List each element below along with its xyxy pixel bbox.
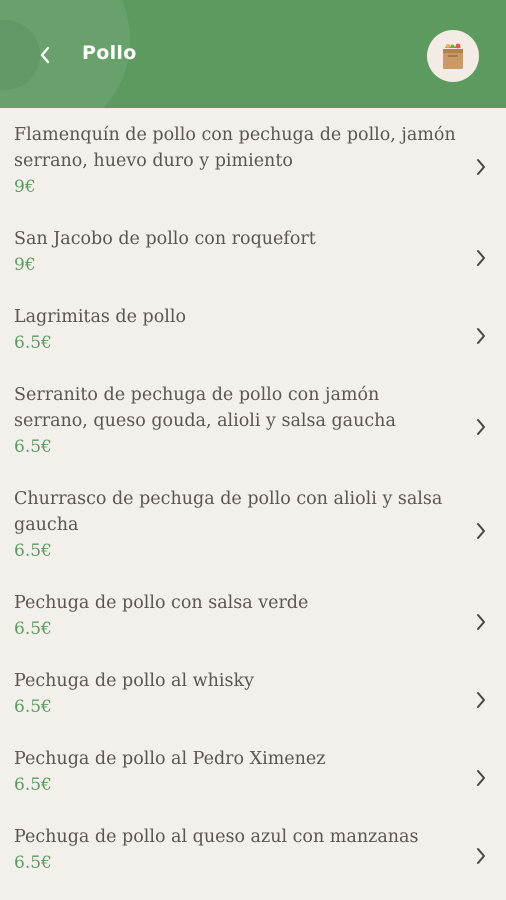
- list-item[interactable]: Lagrimitas de pollo 6.5€: [0, 290, 506, 368]
- chevron-right-icon: [477, 159, 485, 175]
- chevron-right-icon: [477, 419, 485, 435]
- item-price: 6.5€: [14, 853, 52, 873]
- chevron-left-icon: [40, 46, 50, 64]
- chevron-right-icon: [477, 250, 485, 266]
- chevron-right-icon: [477, 523, 485, 539]
- item-name: Churrasco de pechuga de pollo con alioli…: [14, 489, 443, 535]
- item-price: 9€: [14, 177, 36, 197]
- item-name: Pechuga de pollo al Pedro Ximenez: [14, 749, 326, 769]
- list-item[interactable]: San Jacobo de pollo con roquefort 9€: [0, 212, 506, 290]
- item-price: 6.5€: [14, 775, 52, 795]
- item-name: Flamenquín de pollo con pechuga de pollo…: [14, 125, 456, 171]
- chevron-right-icon: [477, 614, 485, 630]
- page-title: Pollo: [82, 42, 137, 64]
- item-name: Lagrimitas de pollo: [14, 307, 187, 327]
- list-item[interactable]: Pechuga de pollo al Pedro Ximenez 6.5€: [0, 732, 506, 810]
- cart-button[interactable]: [427, 30, 479, 82]
- item-name: Pechuga de pollo con salsa verde: [14, 593, 309, 613]
- item-name: Pechuga de pollo al whisky: [14, 671, 254, 691]
- item-price: 6.5€: [14, 333, 52, 353]
- item-name: Serranito de pechuga de pollo con jamón …: [14, 385, 396, 431]
- item-price: 9€: [14, 255, 36, 275]
- list-item[interactable]: Churrasco de pechuga de pollo con alioli…: [0, 472, 506, 576]
- shopping-bag-icon: [443, 43, 463, 69]
- back-button[interactable]: [30, 38, 60, 72]
- item-price: 6.5€: [14, 619, 52, 639]
- list-item[interactable]: Pechuga de pollo al queso azul con manza…: [0, 810, 506, 888]
- item-price: 6.5€: [14, 437, 52, 457]
- item-price: 6.5€: [14, 541, 52, 561]
- product-list: Flamenquín de pollo con pechuga de pollo…: [0, 108, 506, 888]
- chevron-right-icon: [477, 692, 485, 708]
- chevron-right-icon: [477, 328, 485, 344]
- list-item[interactable]: Pechuga de pollo con salsa verde 6.5€: [0, 576, 506, 654]
- chevron-right-icon: [477, 848, 485, 864]
- item-name: Pechuga de pollo al queso azul con manza…: [14, 827, 419, 847]
- list-item[interactable]: Pechuga de pollo al whisky 6.5€: [0, 654, 506, 732]
- list-item[interactable]: Flamenquín de pollo con pechuga de pollo…: [0, 108, 506, 212]
- item-price: 6.5€: [14, 697, 52, 717]
- item-name: San Jacobo de pollo con roquefort: [14, 229, 316, 249]
- list-item[interactable]: Serranito de pechuga de pollo con jamón …: [0, 368, 506, 472]
- app-header: Pollo: [0, 0, 506, 108]
- chevron-right-icon: [477, 770, 485, 786]
